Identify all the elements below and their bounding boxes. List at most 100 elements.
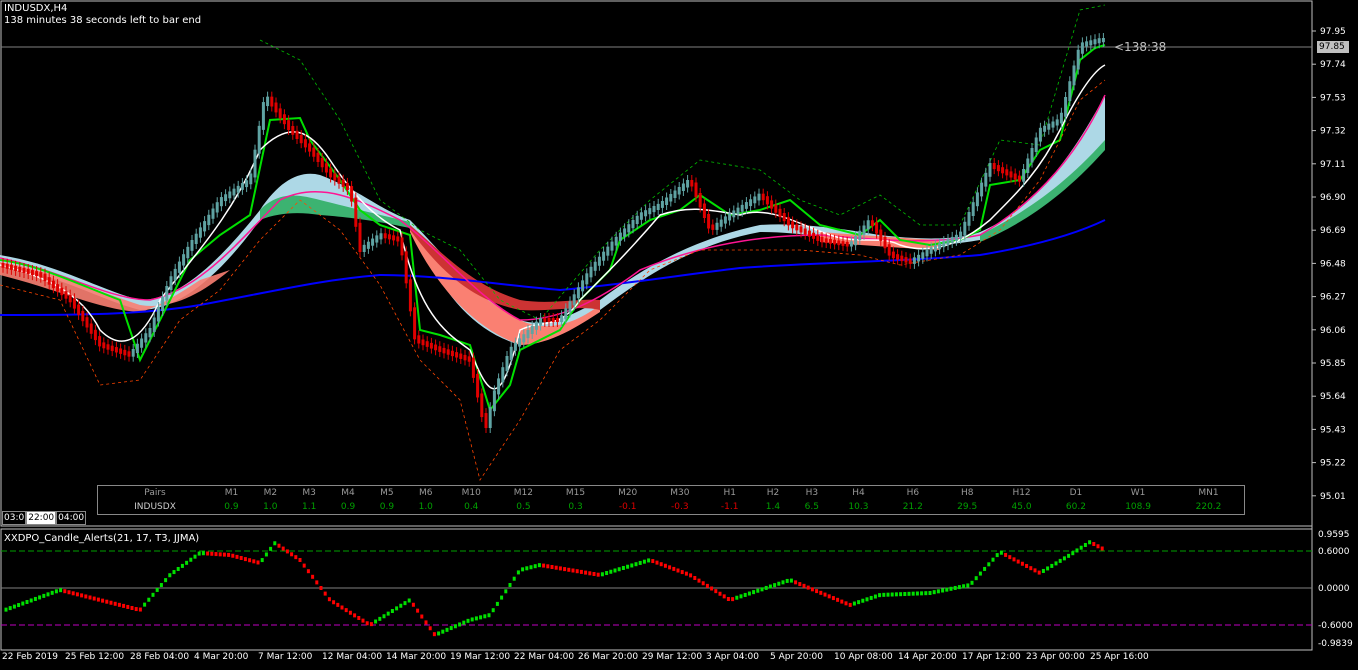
candle-body <box>585 273 589 285</box>
pairs-table: Pairs M1 M2 M3 M4 M5 M6 M10 M12 M15 M20 M30 H1 H2 H3 H4… <box>97 485 1245 515</box>
oscillator-bar <box>995 553 999 558</box>
candle-body <box>1093 39 1097 45</box>
oscillator-bar <box>395 606 399 611</box>
candle-body <box>1089 40 1093 46</box>
candle-body <box>539 318 543 326</box>
datetime-box: 03:0 22:00 04:00 <box>2 511 87 525</box>
candle-body <box>673 190 677 198</box>
pairs-value-cell: 0.9 <box>340 502 356 512</box>
candle-body <box>274 102 278 113</box>
candle-body <box>522 334 526 343</box>
oscillator-bar <box>886 592 890 597</box>
candle-body <box>106 344 110 350</box>
oscillator-bar <box>122 603 126 608</box>
candle-body <box>240 183 244 190</box>
oscillator-bar <box>193 554 197 559</box>
time-tick-label: 26 Mar 20:00 <box>578 652 639 662</box>
oscillator-bar <box>1029 566 1033 571</box>
candle-body <box>967 212 971 226</box>
candle-body <box>509 346 513 360</box>
oscillator-bar <box>269 546 273 551</box>
oscillator-bar <box>836 597 840 602</box>
candle-body <box>715 222 719 230</box>
oscillator-bar <box>138 607 142 612</box>
candle-body <box>736 207 740 215</box>
oscillator-bar <box>739 594 743 599</box>
pairs-header-cell: M1 <box>224 488 239 498</box>
oscillator-bar <box>441 629 445 634</box>
oscillator-bar <box>655 560 659 565</box>
candle-body <box>774 204 778 213</box>
candle-body <box>253 149 257 178</box>
candle-body <box>610 241 614 251</box>
oscillator-bar <box>638 560 642 565</box>
oscillator-bar <box>71 591 75 596</box>
candle-body <box>896 254 900 260</box>
oscillator-bar <box>59 588 63 593</box>
oscillator-bar <box>411 602 415 607</box>
candle-body <box>316 152 320 162</box>
time-tick-label: 5 Apr 20:00 <box>770 652 823 662</box>
candle-body <box>589 266 593 278</box>
candle-body <box>883 236 887 249</box>
candle-body <box>480 393 484 418</box>
oscillator-bar <box>668 565 672 570</box>
oscillator-bar <box>991 557 995 562</box>
oscillator-bar <box>353 613 357 618</box>
oscillator-bar <box>663 563 667 568</box>
candle-body <box>534 321 538 330</box>
candle-body <box>497 378 501 395</box>
candle-body <box>1055 119 1059 126</box>
oscillator-bar <box>827 594 831 599</box>
candle-body <box>518 338 522 347</box>
oscillator-bar <box>697 578 701 583</box>
candle-body <box>266 96 270 107</box>
oscillator-bar <box>865 597 869 602</box>
oscillator-bar <box>684 571 688 576</box>
price-tick-label: 96.90 <box>1320 193 1346 203</box>
oscillator-bar <box>957 585 961 590</box>
oscillator-bar <box>256 560 260 565</box>
candle-body <box>282 114 286 125</box>
candle-body <box>753 196 757 204</box>
pairs-header-cell: Pairs <box>144 488 166 498</box>
candle-body <box>1005 169 1009 176</box>
pairs-value-cell: 21.2 <box>902 502 923 512</box>
candle-body <box>761 193 765 201</box>
candle-body <box>560 315 564 322</box>
oscillator-bar <box>815 589 819 594</box>
oscillator-bar <box>756 588 760 593</box>
candle-body <box>786 217 790 226</box>
chart-canvas[interactable]: 97.95 97.74 97.53 97.32 97.11 96.90 96.69 96.48… <box>0 0 1358 670</box>
oscillator-bar <box>542 563 546 568</box>
candle-body <box>30 270 34 276</box>
oscillator-bar <box>966 583 970 588</box>
candle-body <box>1080 42 1084 54</box>
candle-body <box>618 232 622 241</box>
candle-body <box>362 244 366 252</box>
price-tick-label: 95.85 <box>1320 359 1346 369</box>
oscillator-bar <box>239 555 243 560</box>
oscillator-bar <box>752 590 756 595</box>
candle-body <box>635 215 639 224</box>
oscillator-bar <box>529 565 533 570</box>
oscillator-bar <box>84 594 88 599</box>
candle-body <box>438 346 442 352</box>
pairs-value-cell: 45.0 <box>1011 502 1032 512</box>
oscillator-bar <box>621 565 625 570</box>
oscillator-bar <box>332 600 336 605</box>
oscillator-bar <box>185 560 189 565</box>
candle-body <box>182 254 186 266</box>
oscillator-bar <box>777 581 781 586</box>
candle-body <box>245 180 249 188</box>
datetime-box-cell: 04:00 <box>56 511 87 525</box>
oscillator-bar <box>798 582 802 587</box>
bar-timer-label: <138:38 <box>1114 40 1167 54</box>
candle-body <box>845 241 849 247</box>
candle-body <box>639 212 643 220</box>
price-tick-label: 97.32 <box>1320 127 1346 137</box>
oscillator-bar <box>869 595 873 600</box>
candle-body <box>417 335 421 344</box>
oscillator-bar <box>999 550 1003 555</box>
oscillator-bar <box>462 620 466 625</box>
